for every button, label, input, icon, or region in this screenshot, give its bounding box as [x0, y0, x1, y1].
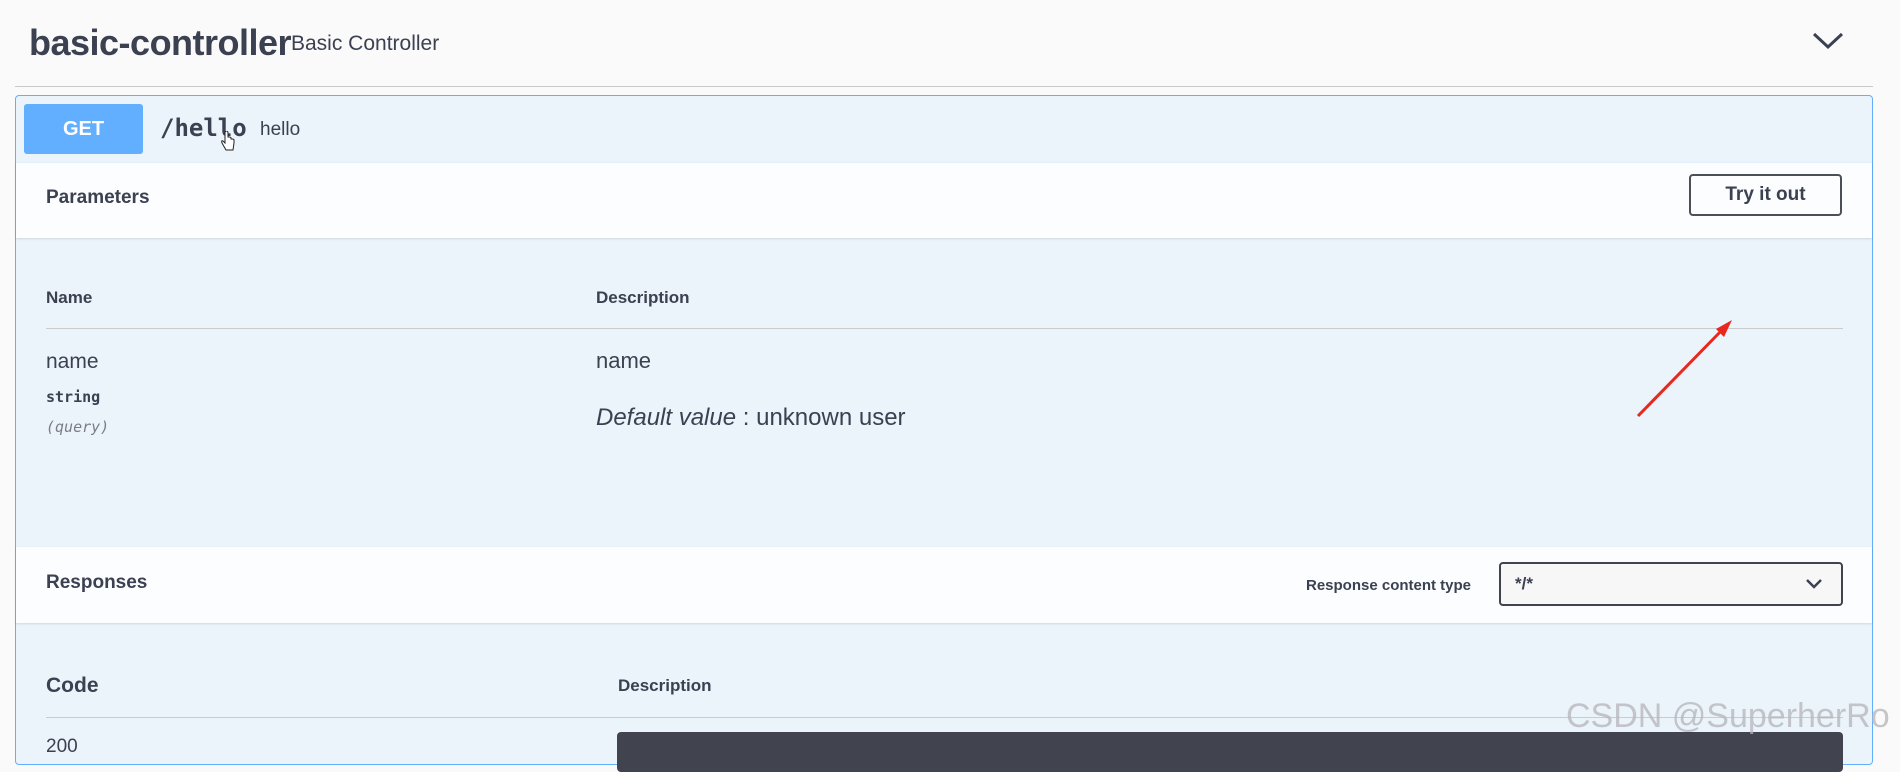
chevron-down-icon[interactable]	[1810, 28, 1846, 52]
response-content-type-select[interactable]: */*	[1499, 562, 1843, 606]
responses-title: Responses	[46, 572, 148, 593]
param-col-name: Name	[46, 288, 93, 307]
hand-cursor-icon	[221, 131, 235, 151]
operation-summary: hello	[260, 119, 301, 140]
try-it-out-button[interactable]: Try it out	[1689, 174, 1842, 216]
param-description: name	[596, 348, 652, 373]
opblock-get-hello: GET /hello hello Parameters Try it out N…	[15, 95, 1873, 772]
default-value-text: unknown user	[756, 404, 906, 431]
opblock-summary[interactable]: GET /hello hello	[16, 96, 1872, 163]
responses-header: Responses Response content type */*	[16, 547, 1872, 623]
response-col-code: Code	[46, 674, 99, 697]
annotation-arrow-icon	[1636, 320, 1732, 418]
param-default-value: Default value : unknown user	[596, 404, 906, 432]
response-col-description: Description	[618, 676, 712, 695]
default-value-separator: :	[736, 404, 757, 431]
method-badge: GET	[24, 104, 143, 154]
param-type: string	[46, 388, 101, 406]
default-value-label: Default value	[596, 404, 737, 431]
chevron-down-icon	[1806, 579, 1822, 589]
param-header-divider	[46, 328, 1843, 329]
tag-title: basic-controller	[29, 22, 292, 63]
response-code: 200	[46, 736, 78, 757]
param-col-description: Description	[596, 288, 690, 307]
param-location: (query)	[46, 418, 110, 436]
response-content-type-value: */*	[1515, 574, 1533, 593]
watermark: CSDN @SuperherRo	[1566, 697, 1890, 735]
response-example-block	[617, 732, 1843, 772]
tag-header[interactable]: basic-controller Basic Controller	[15, 0, 1873, 87]
response-content-type-label: Response content type	[1306, 577, 1472, 594]
parameters-header: Parameters Try it out	[16, 162, 1872, 238]
parameters-title: Parameters	[46, 187, 150, 208]
param-name: name	[46, 350, 99, 373]
tag-description: Basic Controller	[291, 32, 440, 55]
